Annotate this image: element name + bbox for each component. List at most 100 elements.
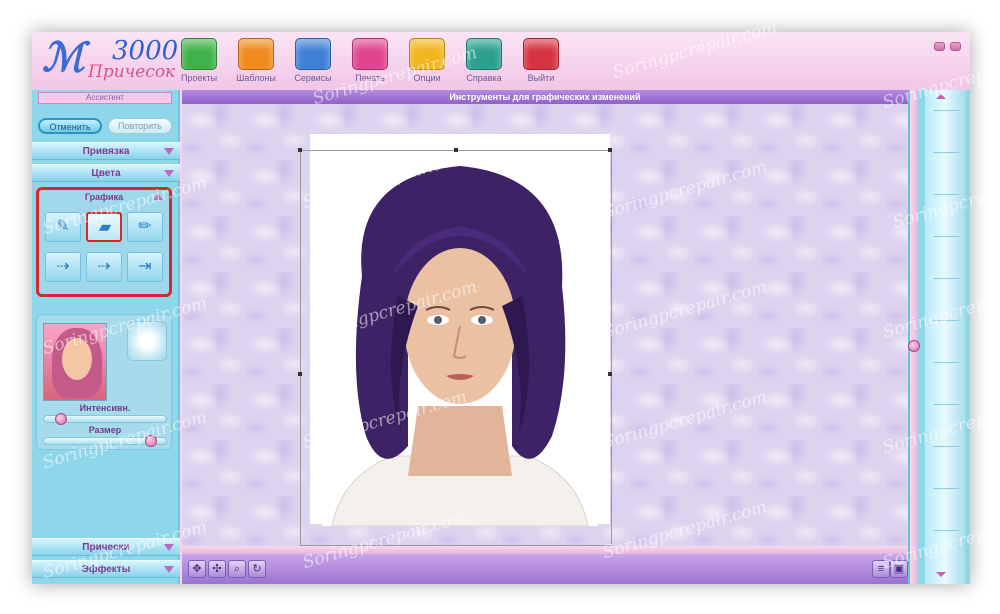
bottom-toolbar: ✥ ✣ ⌕ ↻ ≡ ▣ (182, 554, 908, 584)
intensity-slider-knob[interactable] (55, 413, 68, 425)
image-view-icon: ▣ (893, 563, 905, 575)
strip-divider (933, 152, 959, 153)
end-arrow-tool-button[interactable]: ⇥ (127, 252, 163, 282)
toolbar-print-label: Печать (355, 73, 385, 83)
undo-redo-row: Отменить Повторить (38, 118, 172, 134)
client-photo-thumbnail (43, 323, 107, 401)
strip-divider (933, 110, 959, 111)
graphics-tools-panel: Графика ✎ ▰ ✏ ⇢ ⇢ ⇥ (36, 187, 172, 297)
chevron-down-icon (164, 566, 174, 573)
graphics-section-title: Графика (84, 192, 124, 202)
strip-divider (933, 446, 959, 447)
scroll-knob[interactable] (908, 340, 920, 352)
toolbar-services-button[interactable]: Сервисы (288, 38, 338, 86)
toolbar-exit-label: Выйти (527, 73, 555, 83)
minimize-button[interactable] (934, 42, 945, 51)
pen-icon: ✏ (138, 218, 152, 235)
scroll-down-icon[interactable] (936, 572, 946, 577)
selection-handle[interactable] (454, 148, 458, 152)
selection-handle[interactable] (298, 372, 302, 376)
colors-section-label: Цвета (91, 168, 121, 179)
hairstyle-strip[interactable] (924, 90, 966, 584)
move-icon: ✥ (192, 563, 202, 575)
move-button[interactable]: ✥ (188, 560, 206, 578)
hairstyles-section-header[interactable]: Прически (32, 538, 180, 556)
strip-divider (933, 194, 959, 195)
colors-section-header[interactable]: Цвета (32, 164, 180, 182)
help-icon (466, 38, 502, 70)
tool-title-bar: Инструменты для графических изменений (182, 90, 908, 104)
services-icon (295, 38, 331, 70)
projects-icon (181, 38, 217, 70)
chevron-down-icon (164, 544, 174, 551)
exit-icon (523, 38, 559, 70)
pan-button[interactable]: ✣ (208, 560, 226, 578)
intensity-label: Интенсивн. (79, 403, 131, 413)
left-panel: Ассистент Отменить Повторить Привязка Цв… (32, 90, 180, 584)
rotate-button[interactable]: ↻ (248, 560, 266, 578)
undo-button[interactable]: Отменить (38, 118, 102, 134)
toolbar-templates-label: Шаблоны (236, 73, 276, 83)
chevron-down-icon (164, 148, 174, 155)
toolbar-projects-label: Проекты (180, 73, 218, 83)
size-label: Размер (88, 425, 122, 435)
toolbar-help-button[interactable]: Справка (459, 38, 509, 86)
selection-handle[interactable] (608, 372, 612, 376)
app-window: ℳ 3000 Причесок Проекты Шаблоны Сервисы … (32, 32, 970, 584)
toolbar-services-label: Сервисы (294, 73, 332, 83)
end-arrow-icon: ⇥ (138, 258, 152, 275)
strip-divider (933, 362, 959, 363)
horizontal-scrollbar[interactable] (182, 546, 908, 554)
eraser-tool-button[interactable]: ▰ (86, 212, 122, 242)
selection-frame[interactable] (298, 148, 612, 546)
strip-divider (933, 320, 959, 321)
intensity-slider[interactable] (43, 413, 167, 425)
toolbar-print-button[interactable]: Печать (345, 38, 395, 86)
rotate-icon: ↻ (252, 563, 262, 575)
selection-handle[interactable] (298, 148, 302, 152)
effects-section-header[interactable]: Эффекты (32, 560, 180, 578)
thumbnail-face (62, 338, 92, 380)
close-button[interactable] (950, 42, 961, 51)
right-panel (908, 90, 970, 584)
zoom-icon: ⌕ (233, 563, 241, 575)
strip-divider (933, 488, 959, 489)
image-view-button[interactable]: ▣ (890, 560, 908, 578)
toolbar-projects-button[interactable]: Проекты (174, 38, 224, 86)
assistant-button[interactable]: Ассистент (38, 92, 172, 104)
app-logo: ℳ 3000 Причесок (36, 34, 178, 88)
scroll-up-icon[interactable] (936, 94, 946, 99)
hairstyles-section-label: Прически (82, 542, 130, 553)
toolbar-templates-button[interactable]: Шаблоны (231, 38, 281, 86)
canvas-area[interactable] (182, 104, 908, 546)
logo-mark-icon: ℳ (42, 34, 85, 81)
strip-divider (933, 236, 959, 237)
toolbar-options-label: Опции (413, 73, 441, 83)
redo-button[interactable]: Повторить (108, 118, 172, 134)
pen-tool-button[interactable]: ✏ (127, 212, 163, 242)
logo-text: Причесок (88, 62, 176, 82)
size-slider[interactable] (43, 435, 167, 447)
eraser-icon: ▰ (98, 219, 112, 236)
vertical-scrollbar[interactable] (908, 90, 920, 584)
toolbar-options-button[interactable]: Опции (402, 38, 452, 86)
templates-icon (238, 38, 274, 70)
selection-handle[interactable] (608, 148, 612, 152)
strip-divider (933, 278, 959, 279)
line-arrow-tool-button[interactable]: ⇢ (45, 252, 81, 282)
print-icon (352, 38, 388, 70)
list-icon: ≡ (877, 563, 885, 575)
fade-arrow-tool-button[interactable]: ⇢ (86, 252, 122, 282)
binding-section-header[interactable]: Привязка (32, 142, 180, 160)
list-view-button[interactable]: ≡ (872, 560, 890, 578)
size-slider-knob[interactable] (144, 435, 157, 447)
chevron-down-icon (164, 170, 174, 177)
brush-tool-button[interactable]: ✎ (45, 212, 81, 242)
chevron-up-icon[interactable] (153, 193, 163, 200)
options-icon (409, 38, 445, 70)
line-arrow-icon: ⇢ (56, 258, 70, 275)
zoom-button[interactable]: ⌕ (228, 560, 246, 578)
toolbar-exit-button[interactable]: Выйти (516, 38, 566, 86)
fade-arrow-icon: ⇢ (97, 258, 111, 275)
app-header: ℳ 3000 Причесок Проекты Шаблоны Сервисы … (32, 32, 970, 90)
